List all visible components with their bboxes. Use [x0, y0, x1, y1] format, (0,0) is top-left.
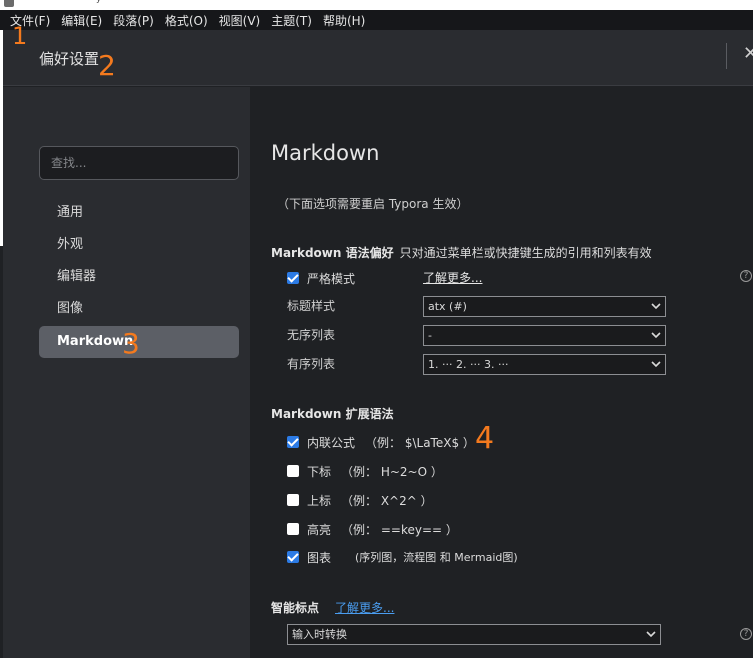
ordered-list-value: 1. ··· 2. ··· 3. ··· — [428, 358, 509, 371]
smart-punct-value: 输入时转换 — [292, 628, 347, 641]
heading-style-select[interactable]: atx (#) — [423, 296, 666, 317]
highlight-option[interactable]: 高亮 （例： ==key== ） — [287, 520, 458, 538]
help-icon[interactable]: ? — [740, 628, 752, 640]
subscript-hint: （例： H~2~O ） — [341, 464, 443, 479]
inline-math-hint: （例： $\LaTeX$ ） — [365, 435, 475, 450]
menu-theme[interactable]: 主题(T) — [271, 12, 312, 29]
learn-more-link[interactable]: 了解更多... — [423, 269, 482, 286]
restart-note: （下面选项需要重启 Typora 生效） — [277, 197, 469, 211]
syntax-pref-title: Markdown 语法偏好 — [271, 246, 394, 260]
window-titlebar: y — [0, 0, 753, 10]
chevron-down-icon — [646, 631, 656, 638]
diagrams-option[interactable]: 图表 (序列图，流程图 和 Mermaid图) — [287, 548, 518, 566]
help-icon[interactable]: ? — [740, 270, 752, 282]
menu-format[interactable]: 格式(O) — [165, 12, 208, 29]
annotation-3: 3 — [122, 327, 140, 360]
superscript-checkbox[interactable] — [287, 494, 299, 506]
close-button[interactable]: ✕ — [743, 44, 753, 64]
chevron-down-icon — [651, 303, 661, 310]
menu-bar: 文件(F) 编辑(E) 段落(P) 格式(O) 视图(V) 主题(T) 帮助(H… — [0, 10, 753, 30]
diagrams-hint: (序列图，流程图 和 Mermaid图) — [355, 551, 518, 564]
sidebar-item-appearance[interactable]: 外观 — [39, 229, 239, 261]
annotation-2: 2 — [98, 49, 116, 82]
subscript-label: 下标 — [307, 464, 332, 479]
ordered-list-label: 有序列表 — [287, 357, 336, 371]
subscript-checkbox[interactable] — [287, 465, 299, 477]
sidebar-item-editor[interactable]: 编辑器 — [39, 261, 239, 293]
highlight-label: 高亮 — [307, 522, 332, 537]
superscript-hint: （例： X^2^ ） — [341, 493, 433, 508]
highlight-hint: （例： ==key== ） — [341, 522, 458, 537]
diagrams-checkbox[interactable] — [287, 551, 299, 563]
annotation-1: 1 — [12, 22, 28, 50]
menu-edit[interactable]: 编辑(E) — [61, 12, 102, 29]
header-divider — [726, 43, 727, 69]
preferences-sidebar: 查找... 通用 外观 编辑器 图像 Markdown — [3, 87, 250, 658]
preferences-main: Markdown （下面选项需要重启 Typora 生效） Markdown 语… — [250, 87, 753, 658]
strict-mode-label: 严格模式 — [307, 271, 356, 286]
chevron-down-icon — [651, 361, 661, 368]
superscript-label: 上标 — [307, 493, 332, 508]
inline-math-label: 内联公式 — [307, 435, 356, 450]
unordered-list-label: 无序列表 — [287, 328, 336, 342]
page-title: Markdown — [271, 141, 380, 165]
diagrams-label: 图表 — [307, 550, 332, 565]
menu-help[interactable]: 帮助(H) — [323, 12, 365, 29]
app-icon — [4, 0, 14, 7]
smart-punct-section-title: 智能标点 — [271, 601, 320, 615]
syntax-pref-section-title: Markdown 语法偏好 只对通过菜单栏或快捷键生成的引用和列表有效 — [271, 244, 652, 261]
dialog-title: 偏好设置 — [39, 50, 100, 68]
strict-mode-option[interactable]: 严格模式 — [287, 269, 355, 287]
menu-paragraph[interactable]: 段落(P) — [113, 12, 154, 29]
smart-punct-learn-more-link[interactable]: 了解更多... — [335, 599, 394, 616]
window-title-fragment: y — [96, 0, 116, 4]
strict-mode-checkbox[interactable] — [287, 272, 299, 284]
menu-view[interactable]: 视图(V) — [219, 12, 261, 29]
search-input[interactable]: 查找... — [39, 146, 239, 180]
extensions-section-title: Markdown 扩展语法 — [271, 407, 394, 421]
ordered-list-select[interactable]: 1. ··· 2. ··· 3. ··· — [423, 354, 666, 375]
sidebar-item-general[interactable]: 通用 — [39, 197, 239, 229]
highlight-checkbox[interactable] — [287, 523, 299, 535]
chevron-down-icon — [651, 332, 661, 339]
smart-punct-select[interactable]: 输入时转换 — [287, 624, 661, 645]
inline-math-checkbox[interactable] — [287, 436, 299, 448]
annotation-4: 4 — [475, 421, 495, 456]
heading-style-value: atx (#) — [428, 300, 467, 313]
sidebar-item-image[interactable]: 图像 — [39, 293, 239, 325]
syntax-pref-subtitle: 只对通过菜单栏或快捷键生成的引用和列表有效 — [399, 246, 652, 260]
subscript-option[interactable]: 下标 （例： H~2~O ） — [287, 462, 443, 480]
unordered-list-select[interactable]: - — [423, 325, 666, 346]
superscript-option[interactable]: 上标 （例： X^2^ ） — [287, 491, 433, 509]
inline-math-option[interactable]: 内联公式 （例： $\LaTeX$ ） — [287, 433, 475, 451]
heading-style-label: 标题样式 — [287, 299, 336, 313]
unordered-list-value: - — [428, 329, 432, 342]
